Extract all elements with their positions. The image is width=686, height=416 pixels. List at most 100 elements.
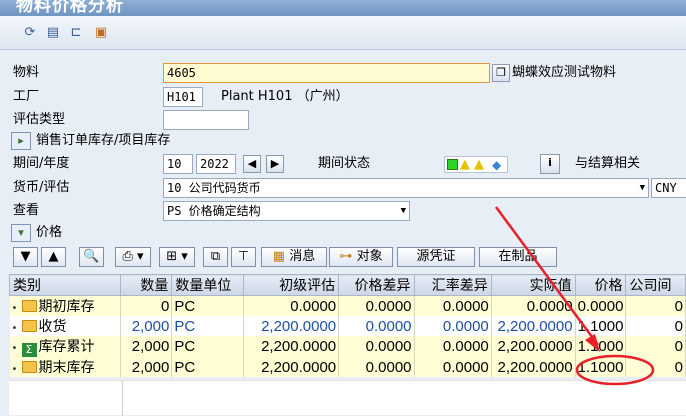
row-price-diff: 0.0000 bbox=[338, 295, 415, 316]
row-price: 1.1000 bbox=[575, 357, 627, 377]
bullet-icon: • bbox=[11, 303, 18, 314]
grid-toolbar: ▼ ▲ 🔍 ⎙ ▾ ⊞ ▾ ⧉ ⊤ ▦ 消息 ⊶ 对象 源凭证 在制品 bbox=[9, 244, 686, 270]
filter-button[interactable]: ⧉ bbox=[203, 247, 228, 267]
print-button[interactable]: ⎙ ▾ bbox=[115, 247, 151, 267]
currency-code-field: CNY bbox=[651, 178, 686, 198]
layout-button[interactable]: ⊞ ▾ bbox=[159, 247, 195, 267]
row-preliminary: 2,200.0000 bbox=[243, 357, 340, 377]
status-green-icon bbox=[447, 159, 458, 170]
objects-button[interactable]: ⊶ 对象 bbox=[329, 247, 393, 267]
material-description: 蝴蝶效应测试物料 bbox=[512, 65, 617, 80]
warning-triangle-icon: ▲ bbox=[460, 157, 470, 172]
row-preliminary: 2,200.0000 bbox=[243, 316, 340, 336]
row-exchange-diff: 0.0000 bbox=[414, 316, 492, 336]
hierarchy-button[interactable]: ⊤ bbox=[231, 247, 256, 267]
refresh-icon[interactable]: ⟳ bbox=[22, 25, 38, 41]
application-toolbar: ⟳ ▤ ⊏ ▣ bbox=[0, 16, 686, 50]
valuation-type-input[interactable] bbox=[163, 110, 249, 130]
row-actual: 0.0000 bbox=[491, 295, 576, 316]
bullet-icon: • bbox=[11, 343, 18, 354]
row-intercompany: 0 bbox=[625, 357, 686, 377]
view-select-value: PS 价格确定结构 bbox=[167, 204, 261, 218]
source-document-button[interactable]: 源凭证 bbox=[397, 247, 475, 267]
period-input[interactable]: 10 bbox=[163, 154, 193, 174]
period-status-indicator: ▲ ▲ ◆ bbox=[444, 156, 508, 173]
hierarchy-icon[interactable]: ⊏ bbox=[68, 25, 84, 41]
row-price-diff: 0.0000 bbox=[338, 336, 415, 357]
currency-select-value: 10 公司代码货币 bbox=[167, 181, 261, 195]
window-title-bar: 物料价格分析 bbox=[0, 0, 686, 16]
col-header-category[interactable]: 类别 bbox=[9, 274, 121, 296]
row-exchange-diff: 0.0000 bbox=[414, 336, 492, 357]
period-year-label: 期间/年度 bbox=[13, 156, 70, 171]
col-header-unit[interactable]: 数量单位 bbox=[171, 274, 244, 296]
currency-label: 货币/评估 bbox=[13, 180, 70, 195]
settings-icon[interactable]: ▣ bbox=[93, 25, 109, 41]
row-category: 库存累计 bbox=[38, 339, 95, 355]
table-row[interactable]: • Σ 库存累计 2,000 PC 2,200.0000 0.0000 0.0000… bbox=[9, 336, 686, 357]
copy-icon[interactable]: ❐ bbox=[492, 64, 510, 82]
row-exchange-diff: 0.0000 bbox=[414, 357, 492, 377]
diamond-icon: ◆ bbox=[492, 158, 502, 172]
material-input[interactable]: 4605 bbox=[163, 63, 490, 83]
row-unit: PC bbox=[171, 316, 244, 336]
col-header-exchange-diff[interactable]: 汇率差异 bbox=[413, 274, 492, 296]
period-status-label: 期间状态 bbox=[318, 156, 371, 171]
row-quantity: 2,000 bbox=[120, 336, 173, 357]
grid-header-row: 类别 数量 数量单位 初级评估 价格差异 汇率差异 实际值 价格 公司间 bbox=[9, 274, 686, 296]
col-header-actual[interactable]: 实际值 bbox=[490, 274, 576, 296]
row-exchange-diff: 0.0000 bbox=[414, 295, 492, 316]
plant-description: Plant H101 （广州） bbox=[221, 89, 349, 104]
row-quantity: 2,000 bbox=[120, 316, 173, 336]
table-row[interactable]: • 期初库存 0 PC 0.0000 0.0000 0.0000 0.0000 0… bbox=[9, 295, 686, 316]
bullet-icon: • bbox=[11, 323, 18, 334]
list-icon[interactable]: ▤ bbox=[45, 25, 61, 41]
plant-input[interactable]: H101 bbox=[163, 87, 203, 107]
next-period-button[interactable]: ▶ bbox=[266, 155, 284, 173]
row-unit: PC bbox=[171, 336, 244, 357]
messages-icon: ▦ bbox=[272, 249, 286, 264]
sort-ascending-button[interactable]: ▼ bbox=[13, 247, 38, 267]
row-price-diff: 0.0000 bbox=[338, 357, 415, 377]
row-category: 期初库存 bbox=[38, 299, 95, 315]
closing-relevant-label: 与结算相关 bbox=[575, 156, 641, 171]
col-header-preliminary[interactable]: 初级评估 bbox=[242, 274, 340, 296]
table-row[interactable]: • 收货 2,000 PC 2,200.0000 0.0000 0.0000 2,… bbox=[9, 316, 686, 336]
col-header-price[interactable]: 价格 bbox=[574, 274, 627, 296]
folder-icon bbox=[21, 361, 37, 373]
row-preliminary: 2,200.0000 bbox=[243, 336, 340, 357]
row-actual: 2,200.0000 bbox=[491, 357, 576, 377]
chevron-down-icon: ▼ bbox=[400, 206, 406, 216]
folder-icon bbox=[21, 300, 37, 312]
row-actual: 2,200.0000 bbox=[491, 316, 576, 336]
row-price: 1.1000 bbox=[575, 316, 627, 336]
row-quantity: 0 bbox=[120, 295, 173, 316]
collapse-toggle-icon[interactable]: ▾ bbox=[11, 224, 31, 242]
price-analysis-grid: 类别 数量 数量单位 初级评估 价格差异 汇率差异 实际值 价格 公司间 • 期初… bbox=[9, 274, 686, 377]
year-input[interactable]: 2022 bbox=[196, 154, 236, 174]
window-title: 物料价格分析 bbox=[16, 0, 124, 16]
messages-button[interactable]: ▦ 消息 bbox=[261, 247, 327, 267]
table-row[interactable]: • 期末库存 2,000 PC 2,200.0000 0.0000 0.0000 … bbox=[9, 357, 686, 377]
objects-icon: ⊶ bbox=[339, 249, 353, 264]
row-intercompany: 0 bbox=[625, 336, 686, 357]
folder-icon bbox=[21, 320, 37, 332]
work-in-process-button[interactable]: 在制品 bbox=[479, 247, 557, 267]
plant-label: 工厂 bbox=[13, 89, 40, 104]
row-preliminary: 0.0000 bbox=[243, 295, 340, 316]
view-label: 查看 bbox=[13, 203, 40, 218]
currency-select[interactable]: 10 公司代码货币 ▼ bbox=[163, 178, 649, 198]
find-button[interactable]: 🔍 bbox=[79, 247, 104, 267]
info-button[interactable]: i bbox=[540, 154, 560, 174]
col-header-price-diff[interactable]: 价格差异 bbox=[338, 274, 415, 296]
grid-empty-area bbox=[9, 380, 686, 416]
view-select[interactable]: PS 价格确定结构 ▼ bbox=[163, 201, 410, 221]
col-header-intercompany[interactable]: 公司间 bbox=[625, 274, 686, 296]
previous-period-button[interactable]: ◀ bbox=[243, 155, 261, 173]
expand-toggle-icon[interactable]: ▸ bbox=[11, 132, 31, 150]
row-price-diff: 0.0000 bbox=[338, 316, 415, 336]
sort-descending-button[interactable]: ▲ bbox=[41, 247, 66, 267]
col-header-quantity[interactable]: 数量 bbox=[119, 274, 173, 296]
column-divider bbox=[122, 381, 123, 416]
warning-triangle-icon: ▲ bbox=[474, 157, 484, 172]
